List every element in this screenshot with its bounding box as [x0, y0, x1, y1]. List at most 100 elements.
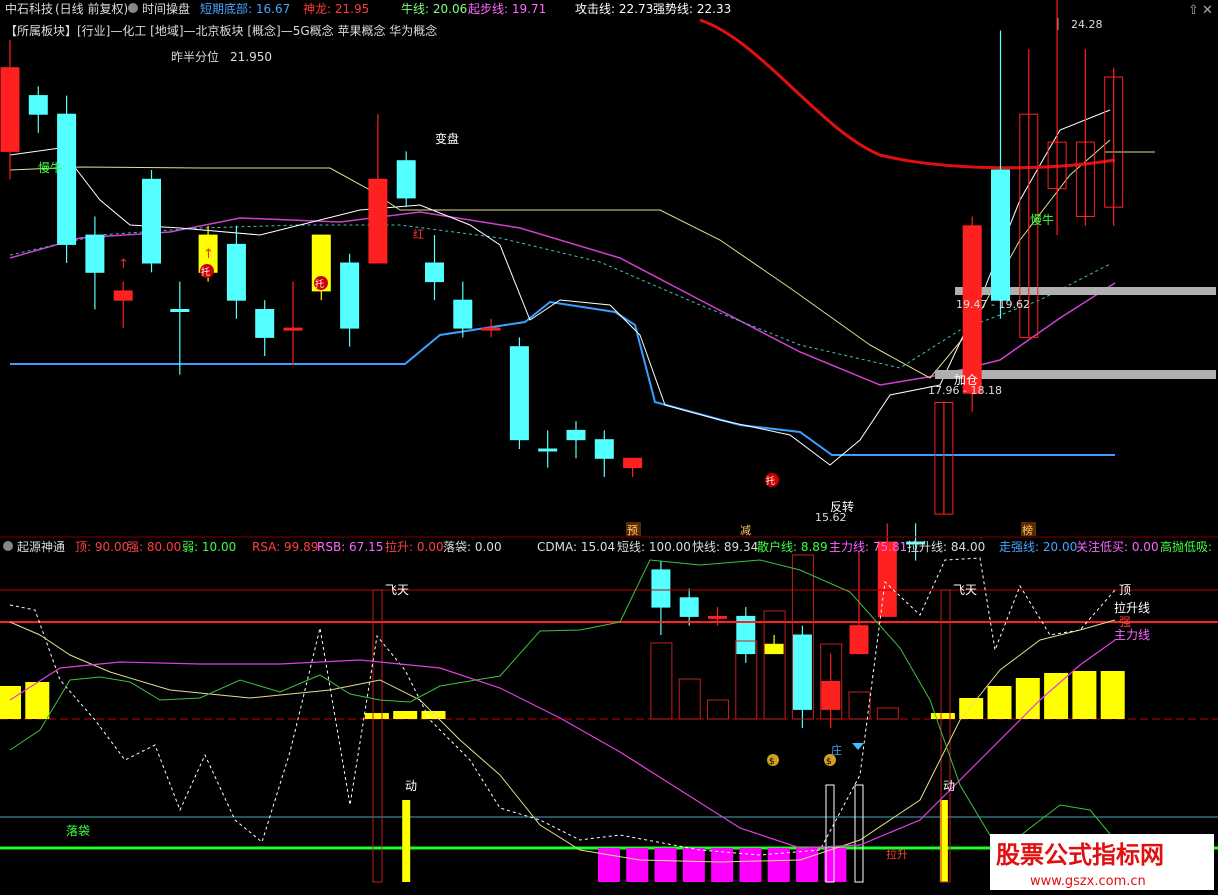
white-bar	[854, 784, 864, 883]
top-header: 中石科技 (日线 前复权) 时间操盘 短期底部: 16.67 神龙: 21.95 牛…	[5, 1, 1213, 64]
candle-body	[764, 643, 784, 655]
lashengxian-label: 拉升线	[1114, 600, 1150, 615]
magenta-bar	[767, 848, 790, 882]
sub-indicator-field: 弱: 10.00	[182, 540, 236, 554]
yellow-bar	[987, 686, 1012, 719]
svg-text:$: $	[769, 757, 775, 767]
candle-body	[170, 309, 190, 312]
indicator-field: 攻击线: 22.73	[575, 2, 653, 16]
candle-body	[481, 327, 501, 331]
short-line	[9, 557, 1116, 856]
sub-lines	[9, 557, 1116, 863]
luodai-label: 落袋	[66, 824, 90, 838]
feitian-label: 飞天	[385, 583, 409, 597]
chevron-down-icon[interactable]	[3, 541, 13, 551]
feitian-label: 飞天	[953, 583, 977, 597]
shenlong-line	[699, 18, 1116, 170]
marker-bang: 榜	[1021, 522, 1036, 537]
main-annotations: 变盘 慢牛 慢牛 红 反转 加仓 24.28 15.62 19.47 - 19.…	[38, 18, 1103, 537]
magenta-bar	[711, 848, 734, 882]
magenta-bar	[626, 848, 649, 882]
svg-text:减: 减	[740, 524, 751, 537]
sub-indicator-field: 顶: 90.00	[75, 540, 129, 554]
red-bar	[650, 642, 673, 720]
indicator-fields: 短期底部: 16.67 神龙: 21.95 牛线: 20.06 起步线: 19.71 攻…	[200, 1, 731, 16]
candle-body	[509, 346, 529, 441]
candle-body	[566, 429, 586, 441]
sub-indicator-field: 落袋: 0.00	[443, 540, 502, 554]
sub-header: 起源神通 顶: 90.00强: 80.00 弱: 10.00 RSA: 99.89R…	[3, 539, 1212, 554]
watermark-cn: 股票公式指标网	[996, 841, 1164, 869]
indicator-field: 短期底部: 16.67	[200, 1, 290, 16]
ding-label: 顶	[1119, 583, 1131, 597]
candle-body	[679, 597, 699, 617]
sub-indicator-field: 拉升线: 84.00	[907, 539, 985, 554]
high-price-label: 24.28	[1071, 18, 1103, 31]
yellow-bar	[1044, 673, 1069, 719]
marker-yu: 预	[626, 522, 641, 537]
candle-body	[708, 615, 727, 619]
diamond-icon	[852, 743, 864, 750]
yellow-bar	[421, 711, 446, 719]
sub-indicator-field: 强: 80.00	[127, 540, 181, 554]
chevron-down-icon[interactable]	[128, 3, 138, 13]
close-icon[interactable]: ✕	[1202, 3, 1213, 18]
magenta-bar	[682, 848, 705, 882]
sub-indicator-field: 散户线: 8.89	[757, 539, 828, 554]
low-price-label: 15.62	[815, 511, 847, 524]
feitian-bar	[372, 589, 383, 883]
magenta-bar	[654, 848, 677, 882]
magenta-bar	[824, 848, 847, 882]
bianpan-label: 变盘	[435, 131, 459, 146]
candle-body	[651, 569, 671, 608]
sub-indicator-field: 主力线: 75.81	[829, 540, 907, 554]
tuo-badge: 托	[200, 264, 214, 278]
red-bar	[678, 678, 701, 720]
magenta-bar	[739, 848, 762, 882]
candle-body	[623, 457, 643, 469]
panel-name: 时间操盘	[142, 1, 190, 16]
up-arrow-icon: ↑	[118, 257, 129, 272]
candle-body	[792, 634, 812, 710]
candle-body	[57, 113, 77, 245]
marker-jian: 减	[740, 524, 751, 537]
dong-label: 动	[405, 779, 417, 793]
dong-label: 动	[943, 779, 955, 793]
sub-indicator-fields: 顶: 90.00强: 80.00 弱: 10.00 RSA: 99.89RSB: 6…	[75, 539, 1212, 554]
money-bag-icon: $	[824, 754, 836, 767]
candle-body	[255, 309, 275, 338]
red-bar	[763, 610, 786, 720]
mangniu-right-label: 慢牛	[1030, 212, 1054, 227]
sector-line: 【所属板块】[行业]—化工 [地域]—北京板块 [概念]—5G概念 苹果概念 华…	[5, 23, 437, 38]
tuo-badge: 托	[765, 473, 779, 487]
candle-body	[396, 160, 416, 199]
svg-text:榜: 榜	[1022, 523, 1033, 537]
price-panel[interactable]: 变盘 慢牛 慢牛 红 反转 加仓 24.28 15.62 19.47 - 19.…	[0, 0, 1216, 728]
stock-chart[interactable]: 中石科技 (日线 前复权) 时间操盘 短期底部: 16.67 神龙: 21.95 牛…	[0, 0, 1218, 895]
zone-lower-label: 17.96 - 18.18	[928, 384, 1002, 397]
yellow-bar	[1072, 671, 1097, 719]
red-bar	[876, 707, 899, 720]
watermark: 股票公式指标网 www.gszx.com.cn	[990, 834, 1214, 890]
svg-text:托: 托	[766, 475, 775, 487]
candle-body	[849, 625, 869, 655]
sub-indicator-field: 高抛低吸:	[1160, 539, 1212, 554]
yellow-ma-line	[9, 139, 1111, 379]
indicator-lines	[9, 18, 1155, 466]
fast-line	[9, 619, 1116, 863]
scroll-up-icon[interactable]: ⇧	[1188, 3, 1199, 18]
candle-body	[85, 234, 105, 273]
sub-indicator-field: RSA: 99.89	[252, 540, 318, 554]
tuo-badge: 托	[314, 276, 328, 290]
sub-indicator-field: 关注低买: 0.00	[1076, 539, 1159, 554]
qiang-label: 强	[1119, 615, 1131, 629]
hong-label: 红	[413, 228, 424, 241]
candle-body	[28, 95, 48, 115]
candle-body	[991, 169, 1010, 301]
indicator-panel[interactable]: 飞天 飞天 动 动 落袋 拉升 顶 强 拉升线 主力线 庄 $ $	[0, 554, 1218, 883]
sub-indicator-field: 走强线: 20.00	[999, 540, 1077, 554]
yellow-bar	[1100, 671, 1125, 719]
lasheng-label: 拉升	[886, 847, 908, 861]
red-bar	[848, 691, 871, 720]
svg-text:托: 托	[315, 278, 324, 290]
